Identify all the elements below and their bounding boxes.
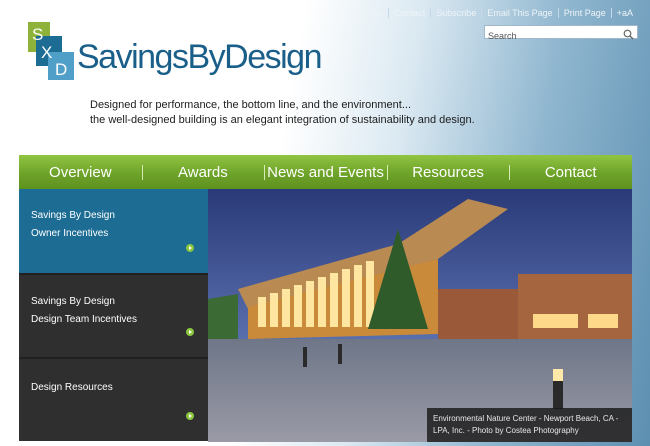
nav-item-news-and-events[interactable]: News and Events [264,164,387,181]
tagline-line-2: the well-designed building is an elegant… [90,114,475,126]
nav-item-overview[interactable]: Overview [19,164,142,181]
logo-text[interactable]: SavingsByDesign [77,38,322,77]
contact-link[interactable]: Contact [388,8,430,18]
hero-photo: Environmental Nature Center - Newport Be… [208,189,632,442]
button-label-line-1: Design Resources [31,382,113,393]
button-label-line-2: Owner Incentives [31,228,109,239]
design-team-incentives-button[interactable]: Savings By Design Design Team Incentives [19,273,208,357]
button-label-line-2: Design Team Incentives [31,314,137,325]
utility-links: Home Contact Subscribe Email This Page P… [354,8,638,18]
sidebar: Savings By Design Owner Incentives Savin… [19,189,208,442]
logo-mark-letter-d: D [55,60,67,79]
logo-mark-letter-s: S [32,25,43,44]
logo-mark-letter-x: X [41,43,52,62]
text-size-link[interactable]: +aA [610,8,638,18]
tagline: Designed for performance, the bottom lin… [90,98,475,128]
home-link[interactable]: Home [354,8,388,18]
arrow-right-circle-icon [186,409,194,427]
subscribe-link[interactable]: Subscribe [430,8,481,18]
nav-item-awards[interactable]: Awards [141,164,265,181]
print-page-link[interactable]: Print Page [557,8,611,18]
design-resources-button[interactable]: Design Resources [19,357,208,441]
building-illustration [208,189,632,442]
search-box [484,25,638,42]
caption-line-1: Environmental Nature Center - Newport Be… [433,414,619,423]
caption-line-2: LPA, Inc. - Photo by Costea Photography [433,426,579,435]
button-label-line-1: Savings By Design [31,210,115,221]
main-nav: Overview Awards News and Events Resource… [19,155,632,189]
tagline-line-1: Designed for performance, the bottom lin… [90,99,412,111]
photo-caption: Environmental Nature Center - Newport Be… [427,408,632,442]
button-label-line-1: Savings By Design [31,296,115,307]
nav-item-resources[interactable]: Resources [386,164,510,181]
search-input[interactable] [485,30,621,42]
logo-mark[interactable]: S X D [28,22,76,87]
arrow-right-circle-icon [186,325,194,343]
arrow-right-circle-icon [186,241,194,259]
owner-incentives-button[interactable]: Savings By Design Owner Incentives [19,189,208,273]
search-icon[interactable] [623,27,634,45]
email-page-link[interactable]: Email This Page [481,8,557,18]
nav-item-contact[interactable]: Contact [509,164,632,181]
